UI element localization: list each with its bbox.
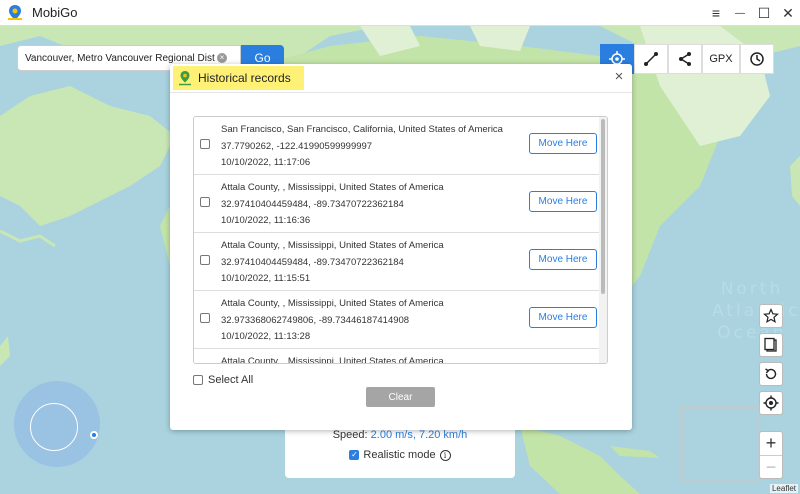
realistic-mode-label: Realistic mode	[363, 449, 436, 461]
record-coordinates: 32.97410404459484, -89.73470722362184	[221, 257, 404, 268]
clear-search-icon[interactable]: ×	[217, 53, 227, 63]
info-icon[interactable]: i	[439, 449, 451, 461]
favorite-button[interactable]	[759, 304, 783, 328]
header-divider	[170, 92, 632, 93]
record-checkbox[interactable]	[200, 139, 210, 149]
record-address: Attala County, , Mississippi, United Sta…	[221, 182, 444, 193]
move-here-button[interactable]: Move Here	[529, 191, 597, 212]
records-scrollbar[interactable]	[599, 117, 607, 363]
share-icon	[679, 52, 691, 66]
record-coordinates: 32.97410404459484, -89.73470722362184	[221, 199, 404, 210]
watermark	[680, 406, 760, 482]
records-list[interactable]: San Francisco, San Francisco, California…	[193, 116, 608, 364]
title-bar: MobiGo ≡ — ☐ ✕	[0, 0, 800, 26]
select-all-checkbox[interactable]	[193, 375, 203, 385]
list-item: Attala County, , Mississippi, United Sta…	[194, 233, 607, 291]
minimize-icon[interactable]: —	[728, 0, 752, 26]
history-button[interactable]	[740, 44, 774, 74]
mobigo-logo-icon	[8, 4, 22, 20]
speed-value: 2.00 m/s, 7.20 km/h	[370, 429, 468, 441]
record-address: San Francisco, San Francisco, California…	[221, 124, 503, 135]
dialog-title: Historical records	[198, 71, 291, 85]
copy-button[interactable]	[759, 333, 783, 357]
zoom-out-button[interactable]: −	[760, 455, 782, 478]
move-here-button[interactable]: Move Here	[529, 133, 597, 154]
joystick-ring	[30, 403, 78, 451]
record-time: 10/10/2022, 11:17:06	[221, 157, 311, 168]
record-coordinates: 32.973368062749806, -89.73446187414908	[221, 315, 410, 326]
maximize-icon[interactable]: ☐	[752, 0, 776, 26]
record-checkbox[interactable]	[200, 255, 210, 265]
search-value[interactable]: Vancouver, Metro Vancouver Regional Dist…	[25, 53, 215, 64]
location-target-icon	[763, 395, 779, 411]
location-history-icon	[179, 71, 191, 86]
dialog-title-highlight: Historical records	[173, 66, 304, 90]
clock-icon	[750, 52, 764, 66]
multi-spot-mode-button[interactable]	[668, 44, 702, 74]
list-item: Attala County, , Mississippi, United Sta…	[194, 175, 607, 233]
move-here-button[interactable]: Move Here	[529, 249, 597, 270]
joystick-handle[interactable]	[90, 431, 98, 439]
joystick[interactable]	[14, 381, 100, 467]
record-time: 10/10/2022, 11:13:28	[221, 331, 311, 342]
copy-icon	[764, 337, 777, 352]
record-checkbox[interactable]	[200, 313, 210, 323]
record-address: Attala County, , Mississippi, United Sta…	[221, 240, 444, 251]
clear-button[interactable]: Clear	[366, 387, 435, 407]
scrollbar-thumb[interactable]	[601, 119, 605, 294]
close-window-icon[interactable]: ✕	[776, 0, 800, 26]
record-coordinates: 37.7790262, -122.41990599999997	[221, 141, 373, 152]
route-icon	[644, 52, 658, 66]
move-here-button[interactable]: Move Here	[529, 307, 597, 328]
zoom-control: + −	[759, 431, 783, 479]
reset-icon	[765, 368, 777, 380]
record-time: 10/10/2022, 11:15:51	[221, 273, 311, 284]
star-icon	[763, 308, 779, 324]
reset-button[interactable]	[759, 362, 783, 386]
record-address: Attala County, , Mississippi, United Sta…	[221, 298, 444, 309]
record-time: 10/10/2022, 11:16:36	[221, 215, 311, 226]
locate-button[interactable]	[759, 391, 783, 415]
menu-icon[interactable]: ≡	[704, 0, 728, 26]
close-dialog-icon[interactable]: ×	[611, 69, 627, 85]
two-spot-mode-button[interactable]	[634, 44, 668, 74]
app-title: MobiGo	[32, 5, 78, 20]
record-address: Attala County, , Mississippi, United Sta…	[221, 356, 444, 364]
gpx-import-button[interactable]: GPX	[702, 44, 740, 74]
list-item: Attala County, , Mississippi, United Sta…	[194, 349, 607, 364]
list-item: Attala County, , Mississippi, United Sta…	[194, 291, 607, 349]
zoom-in-button[interactable]: +	[760, 432, 782, 455]
realistic-mode-checkbox[interactable]: ✓	[349, 450, 360, 460]
select-all-control[interactable]: Select All	[193, 374, 253, 386]
dialog-header: Historical records ×	[170, 64, 632, 92]
select-all-label: Select All	[208, 374, 254, 386]
speed-label: Speed:	[332, 429, 368, 441]
historical-records-dialog: Historical records × San Francisco, San …	[170, 64, 632, 430]
record-checkbox[interactable]	[200, 197, 210, 207]
map-attribution[interactable]: Leaflet	[769, 484, 798, 493]
list-item: San Francisco, San Francisco, California…	[194, 117, 607, 175]
